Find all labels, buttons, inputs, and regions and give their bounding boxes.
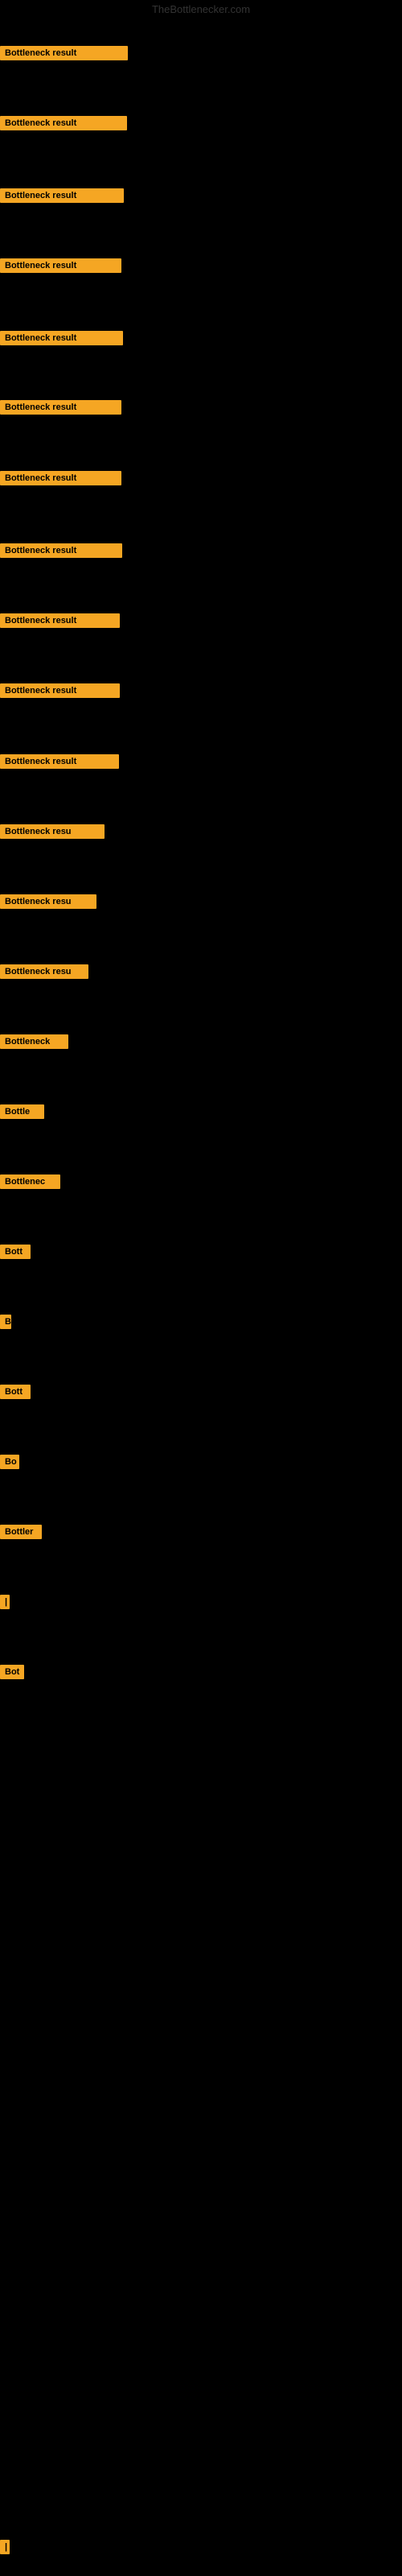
bottleneck-badge-3: Bottleneck result: [0, 188, 124, 203]
bottleneck-badge-10: Bottleneck result: [0, 683, 120, 698]
bottleneck-badge-22: Bottler: [0, 1525, 42, 1539]
bottleneck-badge-7: Bottleneck result: [0, 471, 121, 485]
bottleneck-badge-9: Bottleneck result: [0, 613, 120, 628]
bottleneck-badge-21: Bo: [0, 1455, 19, 1469]
bottleneck-badge-25: |: [0, 2540, 10, 2554]
bottleneck-badge-20: Bott: [0, 1385, 31, 1399]
bottleneck-badge-8: Bottleneck result: [0, 543, 122, 558]
bottleneck-badge-11: Bottleneck result: [0, 754, 119, 769]
bottleneck-badge-17: Bottlenec: [0, 1174, 60, 1189]
bottleneck-badge-6: Bottleneck result: [0, 400, 121, 415]
bottleneck-badge-4: Bottleneck result: [0, 258, 121, 273]
site-title: TheBottlenecker.com: [0, 0, 402, 19]
bottleneck-badge-2: Bottleneck result: [0, 116, 127, 130]
bottleneck-badge-23: |: [0, 1595, 10, 1609]
bottleneck-badge-15: Bottleneck: [0, 1034, 68, 1049]
bottleneck-badge-13: Bottleneck resu: [0, 894, 96, 909]
bottleneck-badge-1: Bottleneck result: [0, 46, 128, 60]
bottleneck-badge-5: Bottleneck result: [0, 331, 123, 345]
bottleneck-badge-24: Bot: [0, 1665, 24, 1679]
bottleneck-badge-16: Bottle: [0, 1104, 44, 1119]
bottleneck-badge-12: Bottleneck resu: [0, 824, 105, 839]
bottleneck-badge-18: Bott: [0, 1245, 31, 1259]
bottleneck-badge-14: Bottleneck resu: [0, 964, 88, 979]
bottleneck-badge-19: B: [0, 1315, 11, 1329]
